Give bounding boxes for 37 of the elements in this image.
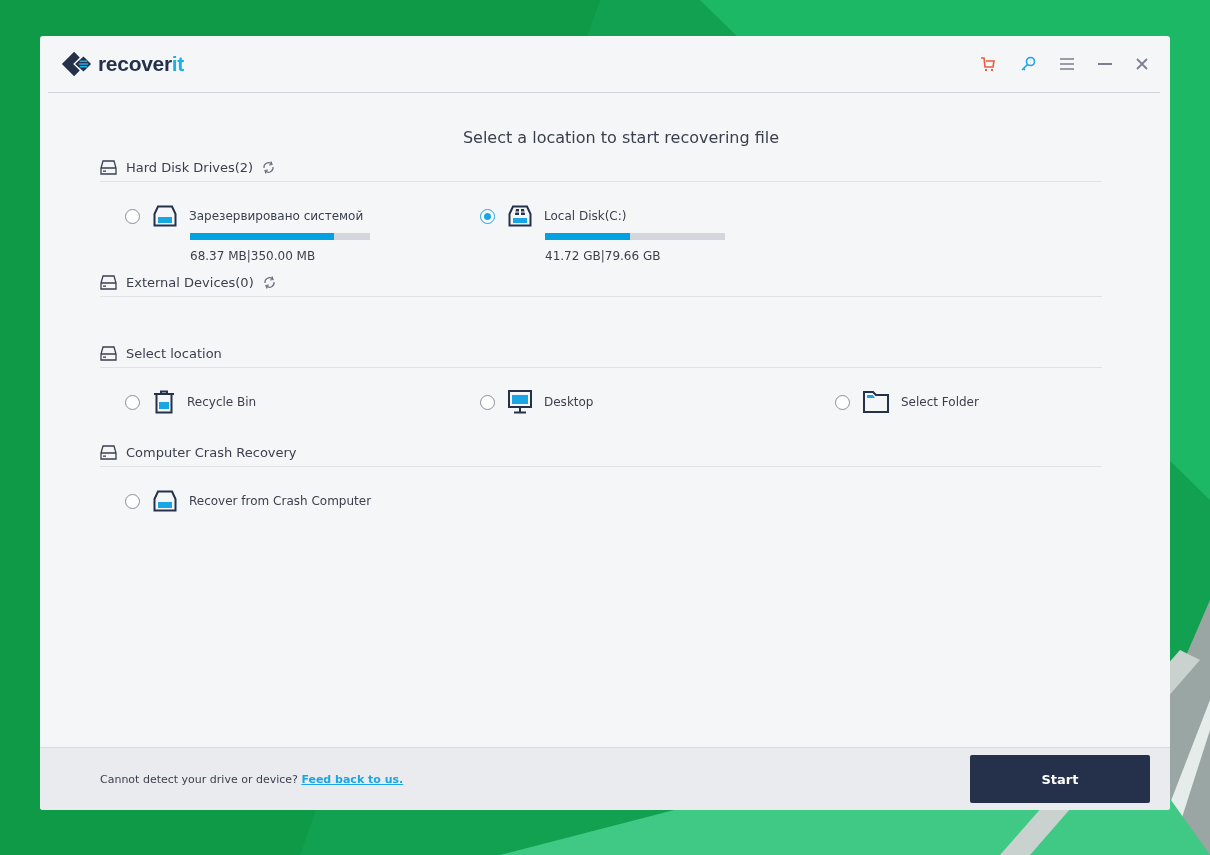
radio-button[interactable]: [125, 208, 140, 224]
option-label: Recycle Bin: [187, 395, 257, 409]
radio-button[interactable]: [125, 493, 140, 509]
section-title: Computer Crash Recovery: [126, 445, 297, 460]
radio-button[interactable]: [480, 394, 495, 410]
option-label: Зарезервировано системой: [189, 209, 364, 223]
start-button[interactable]: Start: [970, 755, 1150, 803]
drive-icon: [508, 205, 532, 227]
radio-button[interactable]: [835, 394, 850, 410]
drive-icon: [100, 346, 117, 361]
monitor-icon: [508, 390, 532, 414]
refresh-icon[interactable]: [262, 161, 276, 174]
section-title: Hard Disk Drives(2): [126, 160, 254, 175]
close-icon[interactable]: [1136, 58, 1148, 70]
cart-icon[interactable]: [980, 56, 996, 72]
usage-text: 68.37 MB|350.00 MB: [190, 249, 317, 263]
option-label: Desktop: [544, 395, 594, 409]
page-heading: Select a location to start recovering file: [461, 128, 781, 147]
section-title: External Devices(0): [126, 275, 254, 290]
section-title: Select location: [126, 346, 222, 361]
drive-icon: [153, 205, 177, 227]
drive-icon: [153, 490, 177, 512]
menu-icon[interactable]: [1060, 58, 1074, 70]
drive-icon: [100, 160, 117, 175]
drive-icon: [100, 275, 117, 290]
option-label: Local Disk(C:): [544, 209, 627, 223]
logo-text: recoverit: [98, 52, 185, 76]
trash-icon: [153, 390, 175, 414]
drive-icon: [100, 445, 117, 460]
refresh-icon[interactable]: [262, 276, 276, 289]
option-label: Select Folder: [901, 395, 979, 409]
usage-text: 41.72 GB|79.66 GB: [545, 249, 662, 263]
radio-button[interactable]: [125, 394, 140, 410]
help-text: Cannot detect your drive or device? Feed back to us.: [100, 772, 404, 786]
radio-button[interactable]: [480, 208, 495, 224]
option-label: Recover from Crash Computer: [189, 494, 372, 508]
folder-icon: [863, 391, 889, 413]
